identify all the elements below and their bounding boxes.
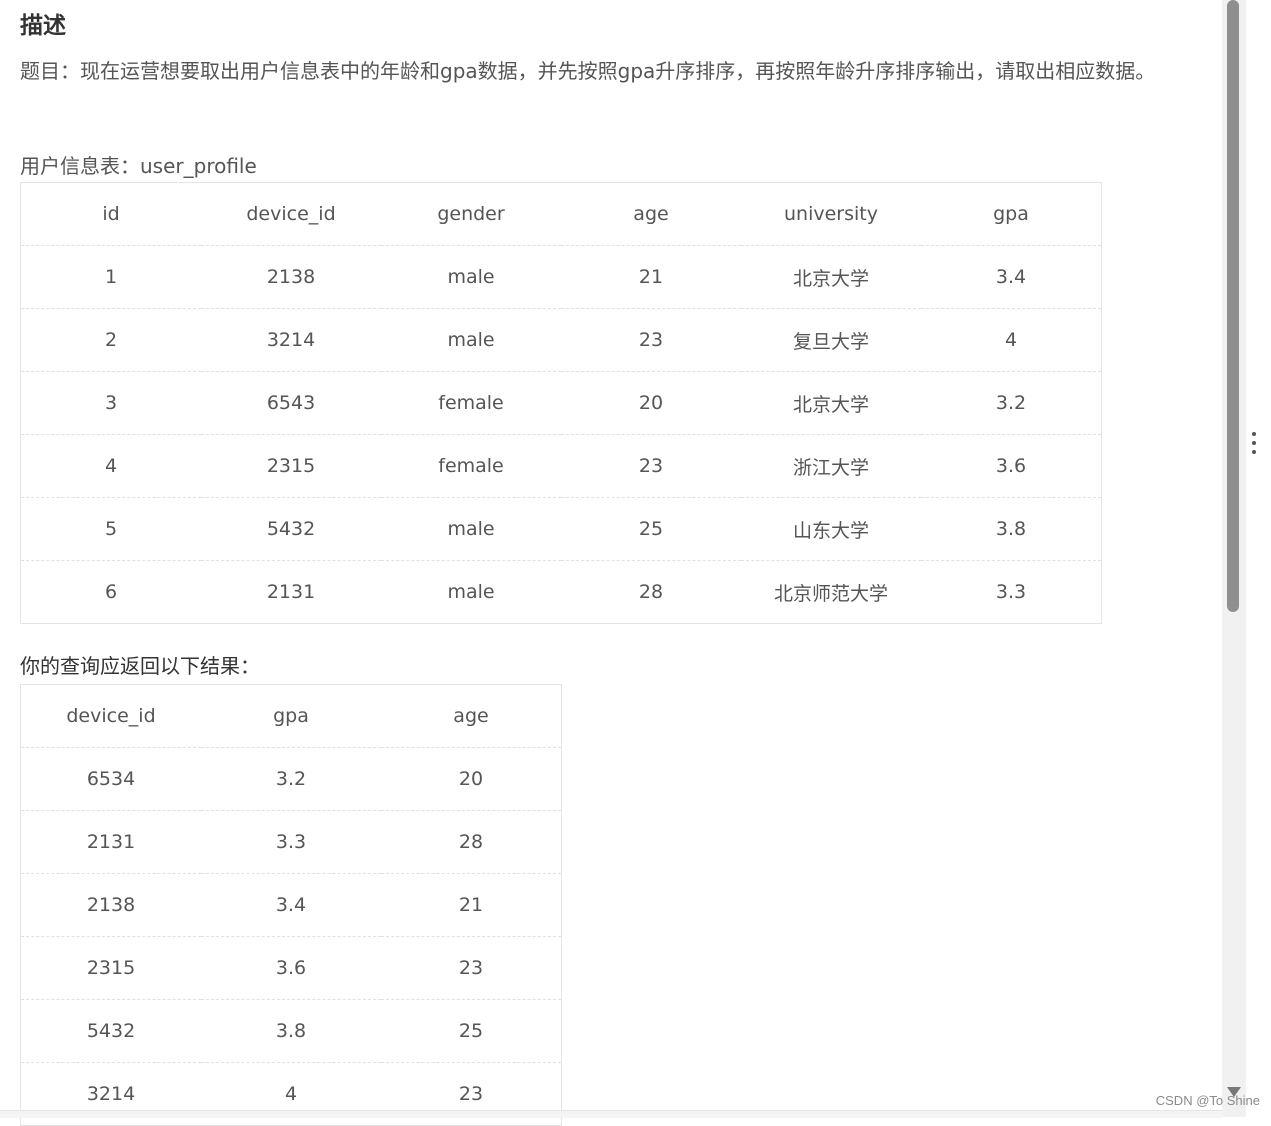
table-cell: 21: [381, 873, 562, 937]
table-cell: 3.8: [201, 999, 381, 1063]
column-header: university: [741, 182, 921, 246]
result-table: device_id gpa age 6534 3.2 20 2131 3.3 28 2138…: [20, 684, 562, 1126]
table2-label: 你的查询应返回以下结果：: [20, 654, 260, 678]
table-cell: 28: [381, 810, 562, 874]
table-cell: 复旦大学: [741, 308, 921, 372]
table-cell: male: [381, 497, 561, 561]
scrollbar-thumb[interactable]: [1227, 0, 1239, 612]
column-header: id: [20, 182, 201, 246]
table-cell: male: [381, 308, 561, 372]
column-header: device_id: [20, 684, 201, 748]
table-cell: 2138: [20, 873, 201, 937]
table-row: 6534 3.2 20: [20, 747, 562, 811]
table-cell: 2315: [201, 434, 381, 498]
table-cell: 北京大学: [741, 245, 921, 309]
table-cell: 3.4: [201, 873, 381, 937]
table-cell: 6: [104, 581, 118, 603]
table-header-row: id device_id gender age university gpa: [20, 182, 1102, 246]
table-cell: 5432: [201, 497, 381, 561]
table-cell: 浙江大学: [741, 434, 921, 498]
table-cell: 2: [20, 308, 201, 372]
table-cell: 3214: [201, 308, 381, 372]
table-row: 2315 3.6 23: [20, 936, 562, 1000]
column-header: device_id: [201, 182, 381, 246]
page-heading: 描述: [20, 13, 66, 39]
table-cell: 1: [20, 245, 201, 309]
column-header: age: [381, 684, 562, 748]
table-row: 4 2315 female 23 浙江大学 3.6: [20, 434, 1102, 498]
table-cell: 2131: [20, 810, 201, 874]
table-cell: 2315: [20, 936, 201, 1000]
table-cell: 2131: [266, 581, 316, 603]
table-cell: 3: [20, 371, 201, 435]
table-row: 5432 3.8 25: [20, 999, 562, 1063]
table-cell: 北京师范大学: [773, 582, 888, 605]
result-rows: 6534 3.2 20 2131 3.3 28 2138 3.4 21 2315 3.6 23 5432…: [20, 747, 562, 1126]
column-header: age: [561, 182, 741, 246]
table-cell: 6534: [20, 747, 201, 811]
watermark: CSDN @To Shine: [1155, 1093, 1260, 1108]
table-row: 2131 3.3 28: [20, 810, 562, 874]
table-cell: 3.6: [921, 434, 1102, 498]
table-cell: 3.2: [921, 371, 1102, 435]
table-cell: 5432: [20, 999, 201, 1063]
table-cell: 3.6: [201, 936, 381, 1000]
table-cell: 3.8: [921, 497, 1102, 561]
table-cell: 4: [20, 434, 201, 498]
table-cell: 3.3: [995, 581, 1027, 603]
table-header-row: device_id gpa age: [20, 684, 562, 748]
table-cell: female: [381, 434, 561, 498]
table-cell: 21: [561, 245, 741, 309]
table-cell: male: [381, 245, 561, 309]
user-profile-rows: 1 2138 male 21 北京大学 3.4 2 3214 male 23 复旦大学 4 3 6543 f…: [20, 245, 1102, 624]
table-cell: 北京大学: [741, 371, 921, 435]
table-row: 5 5432 male 25 山东大学 3.8: [20, 497, 1102, 561]
table-cell: 3.2: [201, 747, 381, 811]
table-row: 2138 3.4 21: [20, 873, 562, 937]
table-cell: 4: [921, 308, 1102, 372]
table-cell: 3.4: [921, 245, 1102, 309]
table-cell: 2138: [201, 245, 381, 309]
column-header: gpa: [201, 684, 381, 748]
problem-description: 题目：现在运营想要取出用户信息表中的年龄和gpa数据，并先按照gpa升序排序，再…: [20, 59, 1156, 83]
more-options-icon[interactable]: [1244, 432, 1264, 459]
table-row: 3 6543 female 20 北京大学 3.2: [20, 371, 1102, 435]
table-cell: male: [447, 581, 495, 603]
column-header: gender: [381, 182, 561, 246]
table-cell: 28: [638, 581, 664, 603]
table-cell: 23: [381, 936, 562, 1000]
table-cell: 23: [561, 434, 741, 498]
column-header: gpa: [921, 182, 1102, 246]
user-profile-table: id device_id gender age university gpa 1…: [20, 182, 1102, 624]
side-panel-edge: [1246, 0, 1271, 1117]
table-cell: 20: [561, 371, 741, 435]
table-row: 1 2138 male 21 北京大学 3.4: [20, 245, 1102, 309]
table-cell: 25: [381, 999, 562, 1063]
table1-label: 用户信息表：user_profile: [20, 154, 257, 178]
table-cell: 23: [561, 308, 741, 372]
table-cell: female: [381, 371, 561, 435]
table-row: 2 3214 male 23 复旦大学 4: [20, 308, 1102, 372]
table-cell: 20: [381, 747, 562, 811]
table-cell: 6543: [201, 371, 381, 435]
table-cell: 山东大学: [741, 497, 921, 561]
table-cell: 25: [561, 497, 741, 561]
table-cell: 3.3: [201, 810, 381, 874]
table-row: 6 2131 male 28 北京师范大学 3.3: [21, 561, 1102, 624]
table-cell: 5: [20, 497, 201, 561]
